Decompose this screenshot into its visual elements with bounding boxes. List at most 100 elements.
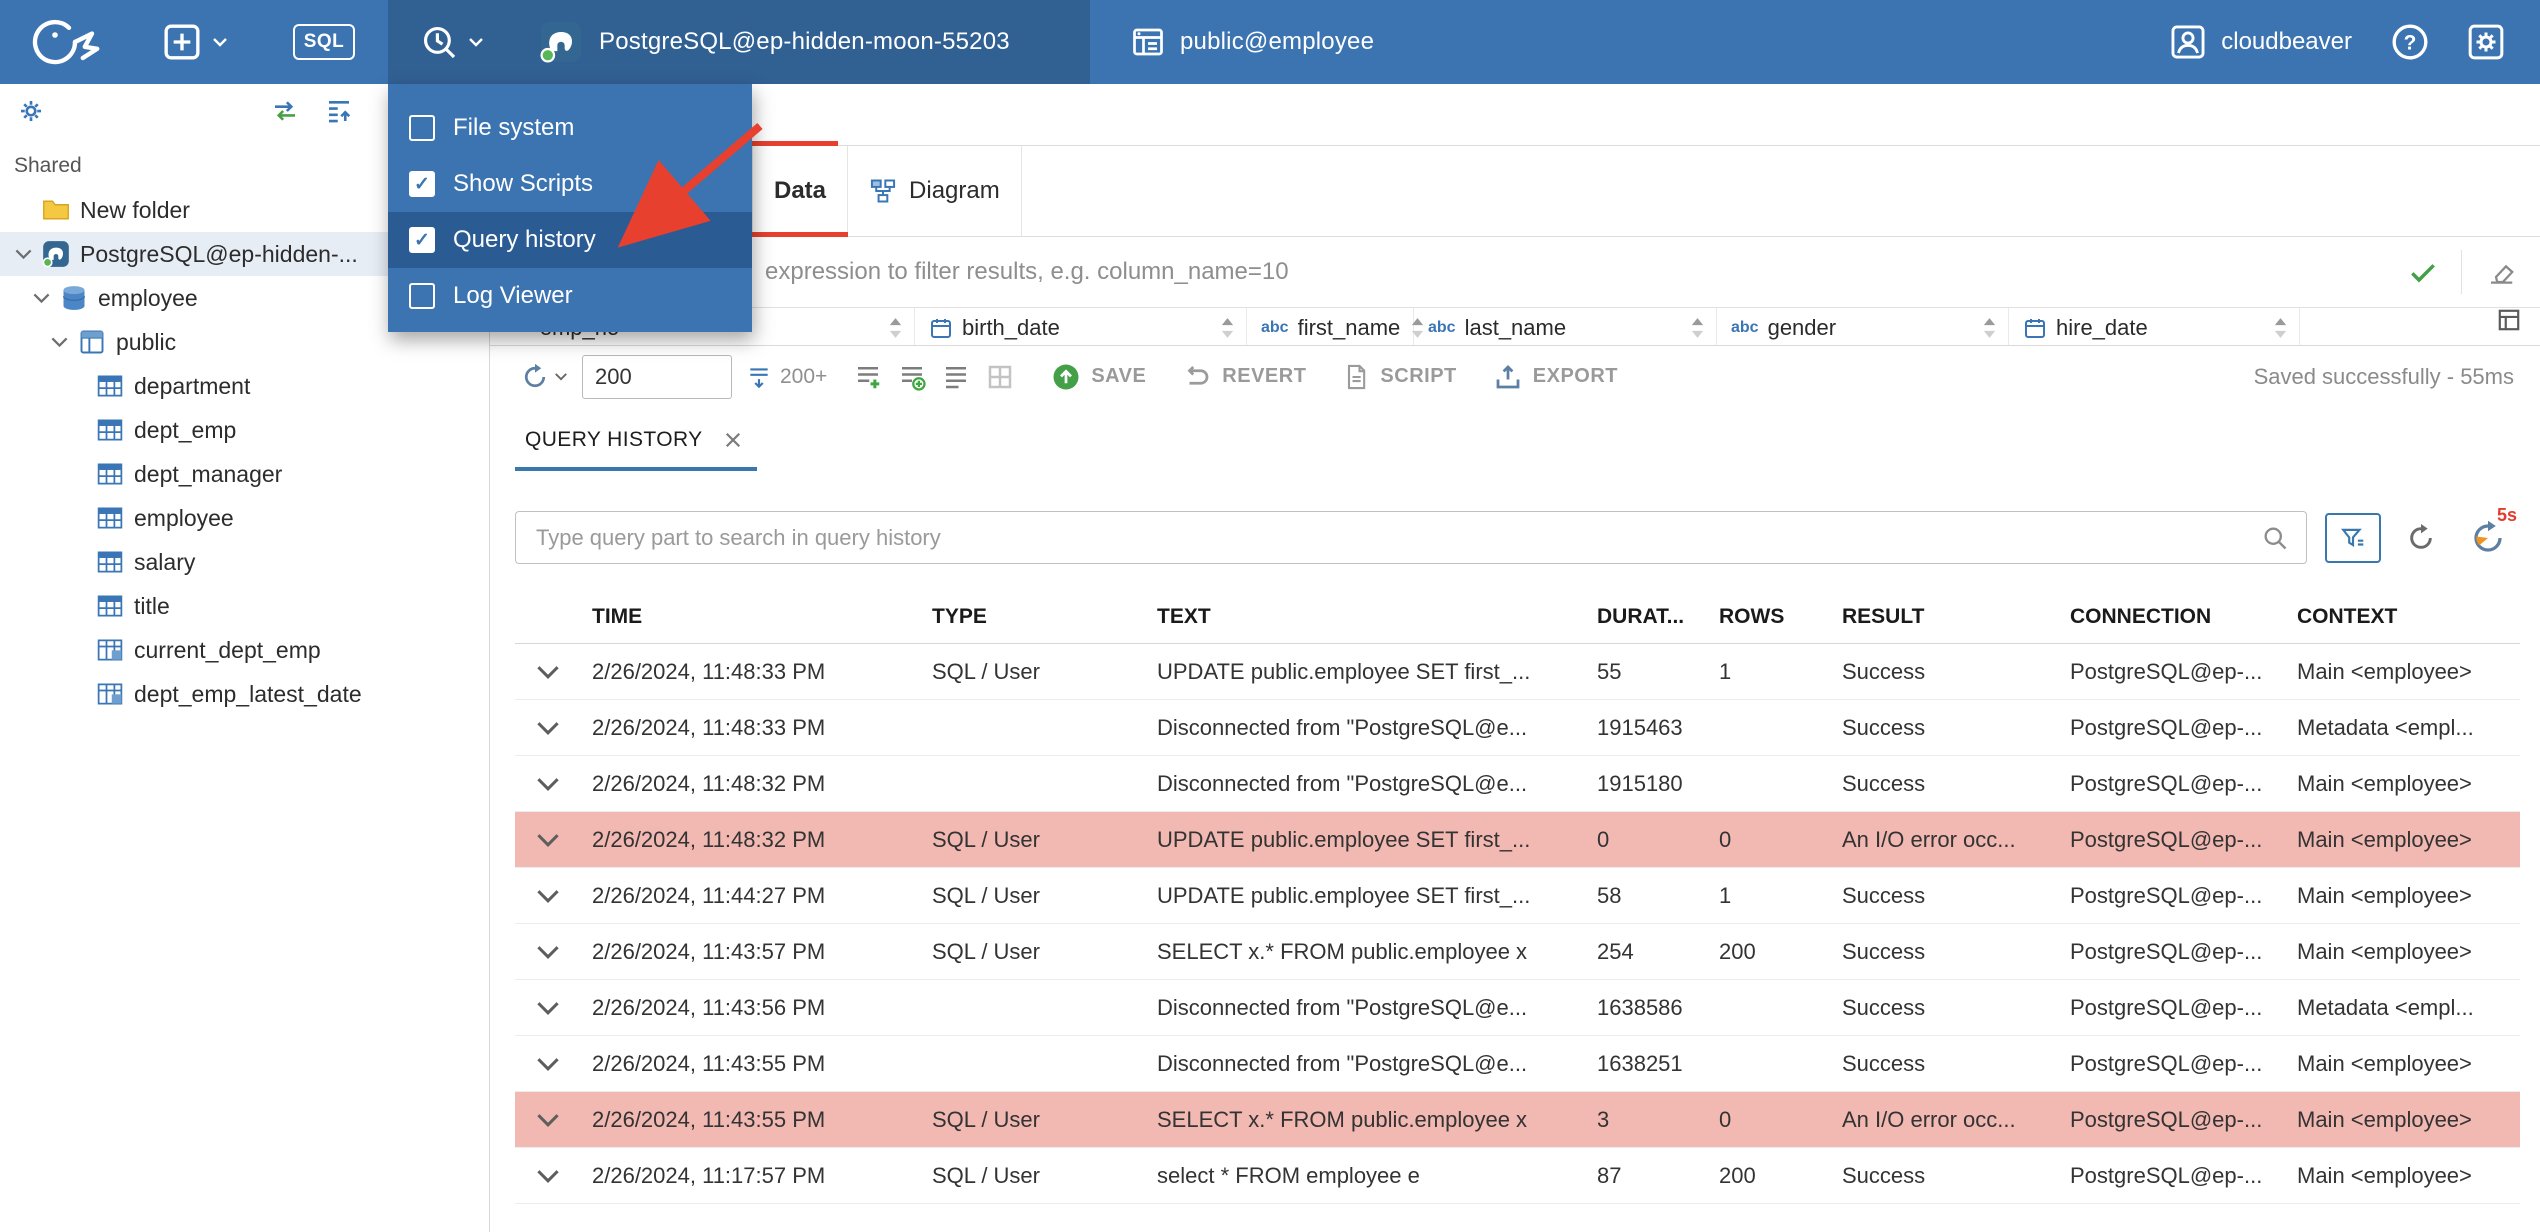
- cell-context: Main <employee>: [2297, 770, 2472, 796]
- tree-expand-chevron[interactable]: [28, 292, 54, 304]
- query-history-row[interactable]: 2/26/2024, 11:43:57 PM SQL / User SELECT x…: [515, 924, 2520, 980]
- grid-column-gender[interactable]: abc gender: [1717, 308, 2009, 345]
- duplicate-row-button[interactable]: [897, 362, 927, 392]
- checkbox-file-system[interactable]: [409, 115, 435, 141]
- search-icon[interactable]: [2261, 524, 2289, 552]
- tree-item-employee[interactable]: employee: [0, 496, 489, 540]
- query-history-tab[interactable]: QUERY HISTORY: [515, 413, 757, 471]
- connection-selector[interactable]: PostgreSQL@ep-hidden-moon-55203: [515, 0, 1090, 84]
- query-history-row[interactable]: 2/26/2024, 11:48:32 PM SQL / User UPDATE p…: [515, 812, 2520, 868]
- cell-context: Main <employee>: [2297, 1050, 2472, 1076]
- menu-item-query-history[interactable]: ✓ Query history: [388, 212, 752, 268]
- column-header-type[interactable]: TYPE: [930, 605, 1155, 629]
- user-menu[interactable]: cloudbeaver: [2149, 0, 2372, 84]
- column-header-time[interactable]: TIME: [590, 605, 930, 629]
- settings-button[interactable]: [2448, 0, 2524, 84]
- tree-item-dept-manager[interactable]: dept_manager: [0, 452, 489, 496]
- refresh-button[interactable]: [520, 362, 568, 392]
- column-sort-icon[interactable]: [1219, 318, 1236, 338]
- row-expand-chevron[interactable]: [515, 832, 590, 848]
- tree-item-title[interactable]: title: [0, 584, 489, 628]
- column-header-result[interactable]: RESULT: [1840, 605, 2068, 629]
- apply-filter-button[interactable]: [2385, 256, 2461, 288]
- row-expand-chevron[interactable]: [515, 944, 590, 960]
- query-history-row[interactable]: 2/26/2024, 11:17:57 PM SQL / User select *…: [515, 1148, 2520, 1204]
- close-icon[interactable]: [723, 430, 743, 450]
- cell-context: Metadata <empl...: [2297, 994, 2474, 1020]
- grid-column-birth-date[interactable]: birth_date: [915, 308, 1247, 345]
- tree-item-current-dept-emp[interactable]: current_dept_emp: [0, 628, 489, 672]
- refresh-grid-button[interactable]: [985, 362, 1015, 392]
- column-sort-icon[interactable]: [1689, 318, 1706, 338]
- grid-column-hire-date[interactable]: hire_date: [2009, 308, 2300, 345]
- column-header-rows[interactable]: ROWS: [1717, 605, 1840, 629]
- grid-columns-config-button[interactable]: [2300, 308, 2540, 345]
- new-object-button[interactable]: [130, 0, 260, 84]
- checkbox-show-scripts[interactable]: ✓: [409, 171, 435, 197]
- tree-item-department[interactable]: department: [0, 364, 489, 408]
- column-header-context[interactable]: CONTEXT: [2295, 605, 2520, 629]
- menu-item-log-viewer[interactable]: Log Viewer: [388, 268, 752, 324]
- row-expand-chevron[interactable]: [515, 776, 590, 792]
- column-header-duration[interactable]: DURAT...: [1595, 605, 1717, 629]
- cell-duration: 254: [1597, 938, 1634, 964]
- revert-button[interactable]: REVERT: [1182, 362, 1306, 392]
- grid-column-last-name[interactable]: abc last_name: [1414, 308, 1717, 345]
- auto-refresh-button[interactable]: 5s: [2461, 505, 2517, 562]
- column-sort-icon[interactable]: [1981, 318, 1998, 338]
- query-history-row[interactable]: 2/26/2024, 11:43:56 PM Disconnected from …: [515, 980, 2520, 1036]
- clear-filter-button[interactable]: [2462, 257, 2540, 287]
- query-history-refresh-button[interactable]: [2399, 515, 2443, 561]
- query-history-row[interactable]: 2/26/2024, 11:48:33 PM SQL / User UPDATE p…: [515, 644, 2520, 700]
- tab-data[interactable]: Data: [752, 146, 849, 237]
- query-history-row[interactable]: 2/26/2024, 11:43:55 PM Disconnected from …: [515, 1036, 2520, 1092]
- row-expand-chevron[interactable]: [515, 664, 590, 680]
- collapse-all-button[interactable]: [324, 96, 354, 126]
- cell-time: 2/26/2024, 11:17:57 PM: [592, 1162, 826, 1188]
- grid-column-first-name[interactable]: abc first_name: [1247, 308, 1424, 345]
- row-expand-chevron[interactable]: [515, 1168, 590, 1184]
- menu-item-file-system[interactable]: File system: [388, 100, 752, 156]
- checkbox-log-viewer[interactable]: [409, 283, 435, 309]
- cell-text: Disconnected from "PostgreSQL@e...: [1157, 770, 1528, 796]
- export-button[interactable]: EXPORT: [1493, 362, 1618, 392]
- tree-expand-chevron[interactable]: [46, 336, 72, 348]
- column-header-text[interactable]: TEXT: [1155, 605, 1595, 629]
- delete-row-button[interactable]: [941, 362, 971, 392]
- query-history-row[interactable]: 2/26/2024, 11:43:55 PM SQL / User SELECT x…: [515, 1092, 2520, 1148]
- tree-expand-chevron[interactable]: [10, 248, 36, 260]
- menu-item-show-scripts[interactable]: ✓ Show Scripts: [388, 156, 752, 212]
- tree-item-salary[interactable]: salary: [0, 540, 489, 584]
- query-history-search-input[interactable]: [515, 511, 2307, 564]
- row-expand-chevron[interactable]: [515, 888, 590, 904]
- column-sort-icon[interactable]: [887, 318, 904, 338]
- tree-item-dept-emp[interactable]: dept_emp: [0, 408, 489, 452]
- tools-menu-button[interactable]: [388, 0, 515, 84]
- query-history-row[interactable]: 2/26/2024, 11:48:32 PM Disconnected from …: [515, 756, 2520, 812]
- query-history-row[interactable]: 2/26/2024, 11:44:27 PM SQL / User UPDATE p…: [515, 868, 2520, 924]
- row-expand-chevron[interactable]: [515, 1000, 590, 1016]
- save-button[interactable]: SAVE: [1051, 362, 1146, 392]
- fetch-more-button[interactable]: 200+: [746, 364, 827, 390]
- add-row-button[interactable]: [853, 362, 883, 392]
- fetch-size-input[interactable]: [582, 354, 732, 399]
- query-history-row[interactable]: 2/26/2024, 11:48:33 PM Disconnected from …: [515, 700, 2520, 756]
- sync-selection-button[interactable]: [270, 96, 300, 126]
- schema-selector[interactable]: public@employee: [1104, 0, 1400, 84]
- help-button[interactable]: ?: [2372, 0, 2448, 84]
- navigator-settings-button[interactable]: [16, 96, 46, 126]
- column-sort-icon[interactable]: [2272, 318, 2289, 338]
- tree-item-dept-emp-latest-date[interactable]: dept_emp_latest_date: [0, 672, 489, 716]
- row-expand-chevron[interactable]: [515, 720, 590, 736]
- data-filter-bar[interactable]: expression to filter results, e.g. colum…: [490, 237, 2540, 308]
- sql-editor-button[interactable]: SQL: [260, 0, 388, 84]
- query-history-filter-button[interactable]: [2325, 512, 2381, 563]
- checkbox-query-history[interactable]: ✓: [409, 227, 435, 253]
- script-button[interactable]: SCRIPT: [1342, 362, 1456, 392]
- row-expand-chevron[interactable]: [515, 1056, 590, 1072]
- tab-diagram[interactable]: Diagram: [848, 146, 1022, 236]
- tab-diagram-label: Diagram: [909, 177, 1000, 204]
- cloudbeaver-logo[interactable]: [0, 0, 130, 84]
- column-header-connection[interactable]: CONNECTION: [2068, 605, 2295, 629]
- row-expand-chevron[interactable]: [515, 1112, 590, 1128]
